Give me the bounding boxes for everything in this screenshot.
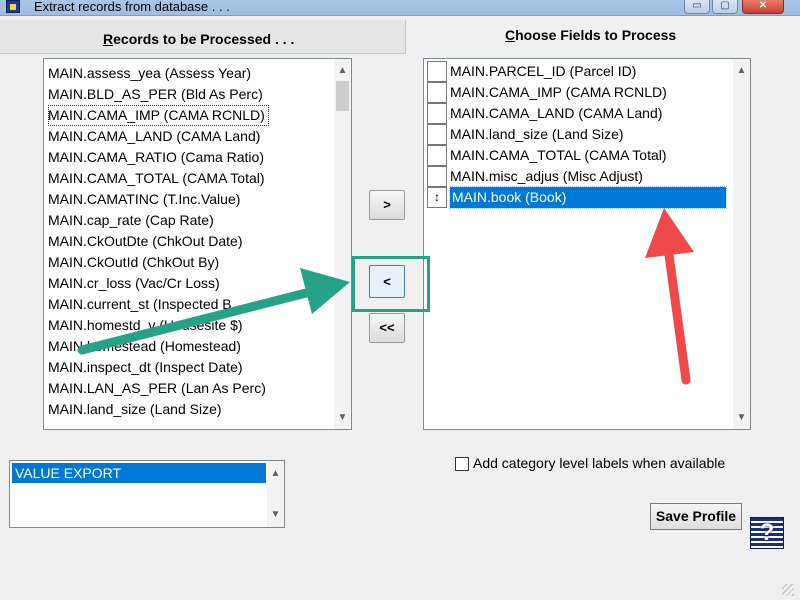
teal-annotation-arrow	[77, 268, 350, 355]
red-annotation-arrow	[645, 208, 694, 385]
annotation-overlay	[77, 208, 694, 385]
